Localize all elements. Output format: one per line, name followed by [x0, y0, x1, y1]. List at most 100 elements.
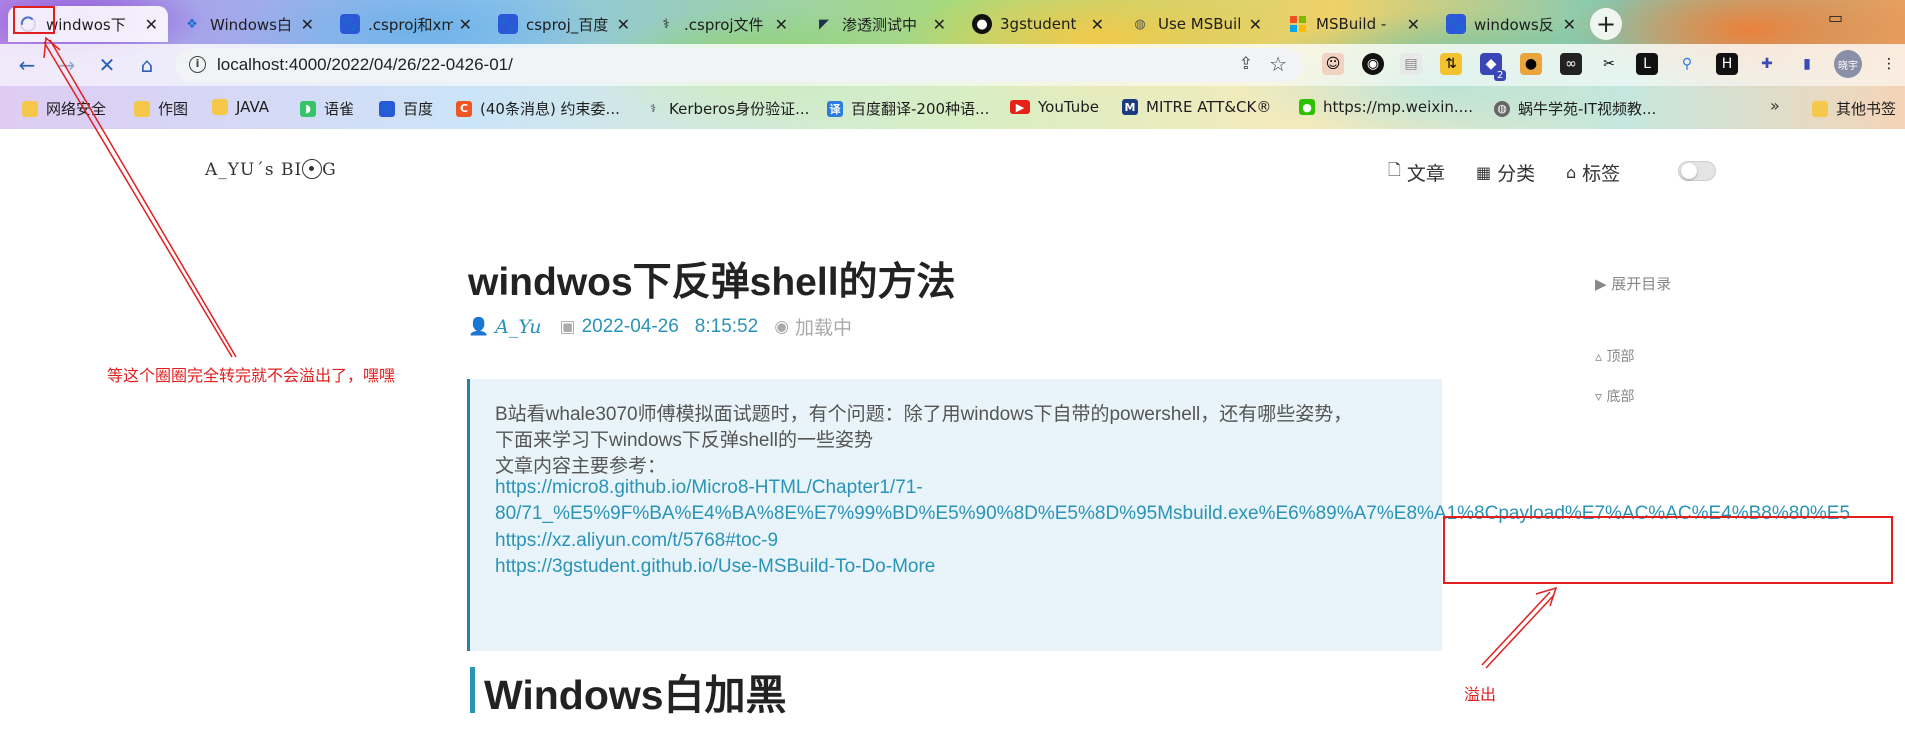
new-tab-button[interactable]: + — [1590, 8, 1622, 40]
tab-strip: windwos下 ✕ ❖ Windows白 ✕ 🐾 .csproj和xm ✕ 🐾… — [0, 0, 1905, 44]
bookmark-label: YouTube — [1038, 98, 1099, 116]
bookmark-label: 其他书签 — [1836, 100, 1897, 118]
close-icon[interactable]: ✕ — [1249, 15, 1262, 34]
extension-face-icon[interactable]: ☺ — [1322, 53, 1344, 75]
tab[interactable]: ❖ Windows白 ✕ — [172, 6, 324, 42]
bookmark-item[interactable]: JAVA — [212, 98, 269, 116]
close-icon[interactable]: ✕ — [933, 15, 946, 34]
tab[interactable]: ◤ 渗透测试中 ✕ — [804, 6, 956, 42]
nav-tags[interactable]: ⌂ 标签 — [1566, 159, 1620, 186]
kerberos-icon: ⚕ — [662, 16, 670, 32]
bookmark-item[interactable]: 作图 — [134, 98, 188, 119]
site-logo-tail: G — [322, 160, 337, 180]
spinner-annotation-text: 等这个圈圈完全转完就不会溢出了，嘿嘿 — [107, 366, 396, 385]
close-icon[interactable]: ✕ — [775, 15, 788, 34]
stop-loading-icon[interactable]: ✕ — [94, 52, 120, 78]
kerberos-icon: ⚕ — [650, 102, 656, 115]
address-bar[interactable]: i localhost:4000/2022/04/26/22-0426-01/ … — [175, 48, 1303, 82]
nav-label: 标签 — [1582, 163, 1621, 185]
tab[interactable]: 🐾 .csproj和xm ✕ — [330, 6, 482, 42]
bookmark-item[interactable]: ◗ 语雀 — [300, 98, 354, 119]
url-text: localhost:4000/2022/04/26/22-0426-01/ — [217, 55, 513, 74]
bookmark-label: 蜗牛学苑-IT视频教... — [1518, 100, 1657, 118]
bookmark-item[interactable]: ◍ 蜗牛学苑-IT视频教... — [1494, 98, 1656, 119]
tab-title: csproj_百度 — [526, 15, 609, 34]
eye-icon: ◉ — [774, 316, 790, 337]
bookmark-label: (40条消息) 约束委... — [480, 100, 620, 118]
bookmark-item[interactable]: ● https://mp.weixin.... — [1299, 98, 1473, 116]
close-icon[interactable]: ✕ — [145, 15, 158, 34]
bookmarks-overflow-icon[interactable]: » — [1770, 96, 1780, 115]
nav-articles[interactable]: 🗋 文章 — [1388, 159, 1445, 186]
minimize-icon[interactable]: ▭ — [1828, 8, 1843, 27]
close-icon[interactable]: ✕ — [459, 15, 472, 34]
close-icon[interactable]: ✕ — [1091, 15, 1104, 34]
reference-link[interactable]: https://xz.aliyun.com/t/5768#toc-9 — [495, 530, 778, 552]
baidu-icon: 🐾 — [340, 14, 360, 34]
menu-dots-icon[interactable]: ⋮ — [1878, 53, 1900, 75]
post-views: 加载中 — [795, 317, 853, 339]
close-icon[interactable]: ✕ — [301, 15, 314, 34]
cookie-icon[interactable]: ● — [1520, 53, 1542, 75]
bookmark-label: JAVA — [236, 98, 270, 116]
tab[interactable]: MSBuild - ✕ — [1278, 6, 1430, 42]
close-icon[interactable]: ✕ — [1407, 15, 1420, 34]
sidebar-icon[interactable]: ▮ — [1796, 53, 1818, 75]
screenshot-root: windwos下 ✕ ❖ Windows白 ✕ 🐾 .csproj和xm ✕ 🐾… — [0, 0, 1905, 735]
youtube-icon: ▶ — [1010, 100, 1030, 114]
baidu-icon: 🐾 — [379, 100, 395, 117]
bookmark-item[interactable]: 其他书签 — [1812, 98, 1896, 119]
calendar-icon: ▣ — [559, 316, 576, 337]
extension-ring-icon[interactable]: ◉ — [1362, 53, 1384, 75]
extension-translate-icon[interactable]: ⇅ — [1440, 53, 1462, 75]
scissors-icon[interactable]: ✂ — [1598, 53, 1620, 75]
overflow-annotation-text: 溢出 — [1464, 685, 1497, 704]
blog-page: A_YU´s BI G 🗋 文章 ▦ 分类 ⌂ 标签 windwos下反弹shell的方… — [0, 129, 1905, 735]
section-heading: Windows白加黑 — [470, 661, 787, 721]
tab[interactable]: 🐾 windows反 ✕ — [1436, 6, 1586, 42]
toc-expand-toggle[interactable]: ▶ 展开目录 — [1595, 273, 1671, 294]
extension-disk-icon[interactable]: ▤ — [1400, 53, 1422, 75]
toc-bottom-link[interactable]: ▿ 底部 — [1595, 386, 1634, 406]
extension-h-icon[interactable]: H — [1716, 53, 1738, 75]
forward-icon[interactable]: → — [54, 52, 80, 78]
tab[interactable]: ● 3gstudent ✕ — [962, 6, 1114, 42]
site-logo[interactable]: A_YU´s BI G — [205, 159, 337, 180]
extension-glasses-icon[interactable]: ∞ — [1560, 53, 1582, 75]
puzzle-icon[interactable]: ✚ — [1756, 53, 1778, 75]
bookmark-star-icon[interactable]: ☆ — [1269, 52, 1287, 76]
toc-top-link[interactable]: ▵ 顶部 — [1595, 346, 1634, 366]
logo-target-icon — [302, 159, 323, 179]
folder-icon — [134, 100, 150, 117]
post-title: windwos下反弹shell的方法 — [468, 261, 956, 304]
nav-categories[interactable]: ▦ 分类 — [1476, 159, 1535, 186]
location-pin-icon[interactable]: ⚲ — [1676, 53, 1698, 75]
share-icon[interactable]: ⇪ — [1239, 54, 1253, 74]
post-meta: 👤 A_Yu ▣ 2022-04-26 8:15:52 ◉ 加载中 — [468, 313, 852, 340]
close-icon[interactable]: ✕ — [617, 15, 630, 34]
quote-line: 下面来学习下windows下反弹shell的一些姿势 — [495, 430, 873, 451]
close-icon[interactable]: ✕ — [1563, 15, 1576, 34]
bookmark-item[interactable]: ⚕ Kerberos身份验证... — [645, 98, 809, 119]
bookmark-item[interactable]: ▶ YouTube — [1010, 98, 1099, 116]
post-author[interactable]: A_Yu — [495, 316, 541, 338]
tab[interactable]: 🐾 csproj_百度 ✕ — [488, 6, 640, 42]
theme-toggle[interactable] — [1678, 161, 1716, 181]
profile-avatar[interactable]: 晓宇 — [1834, 50, 1862, 78]
bookmark-item[interactable]: 🐾 百度 — [379, 98, 433, 119]
back-icon[interactable]: ← — [14, 52, 40, 78]
bookmark-item[interactable]: M MITRE ATT&CK® — [1122, 98, 1271, 116]
microsoft-icon — [1288, 14, 1308, 34]
tab-title: 渗透测试中 — [842, 15, 918, 34]
tab[interactable]: ⚕ .csproj文件 ✕ — [646, 6, 798, 42]
bookmark-item[interactable]: C (40条消息) 约束委... — [456, 98, 620, 119]
extension-l-icon[interactable]: L — [1636, 53, 1658, 75]
tab[interactable]: ◍ Use MSBuil ✕ — [1120, 6, 1272, 42]
reference-link[interactable]: https://micro8.github.io/Micro8-HTML/Cha… — [495, 477, 923, 499]
user-icon: 👤 — [468, 316, 490, 337]
site-info-icon[interactable]: i — [189, 56, 206, 73]
bookmark-item[interactable]: 译百度翻译-200种语... — [827, 98, 989, 119]
home-icon[interactable]: ⌂ — [134, 52, 160, 78]
reference-link[interactable]: https://3gstudent.github.io/Use-MSBuild-… — [495, 556, 935, 578]
bookmark-item[interactable]: 网络安全 — [22, 98, 106, 119]
